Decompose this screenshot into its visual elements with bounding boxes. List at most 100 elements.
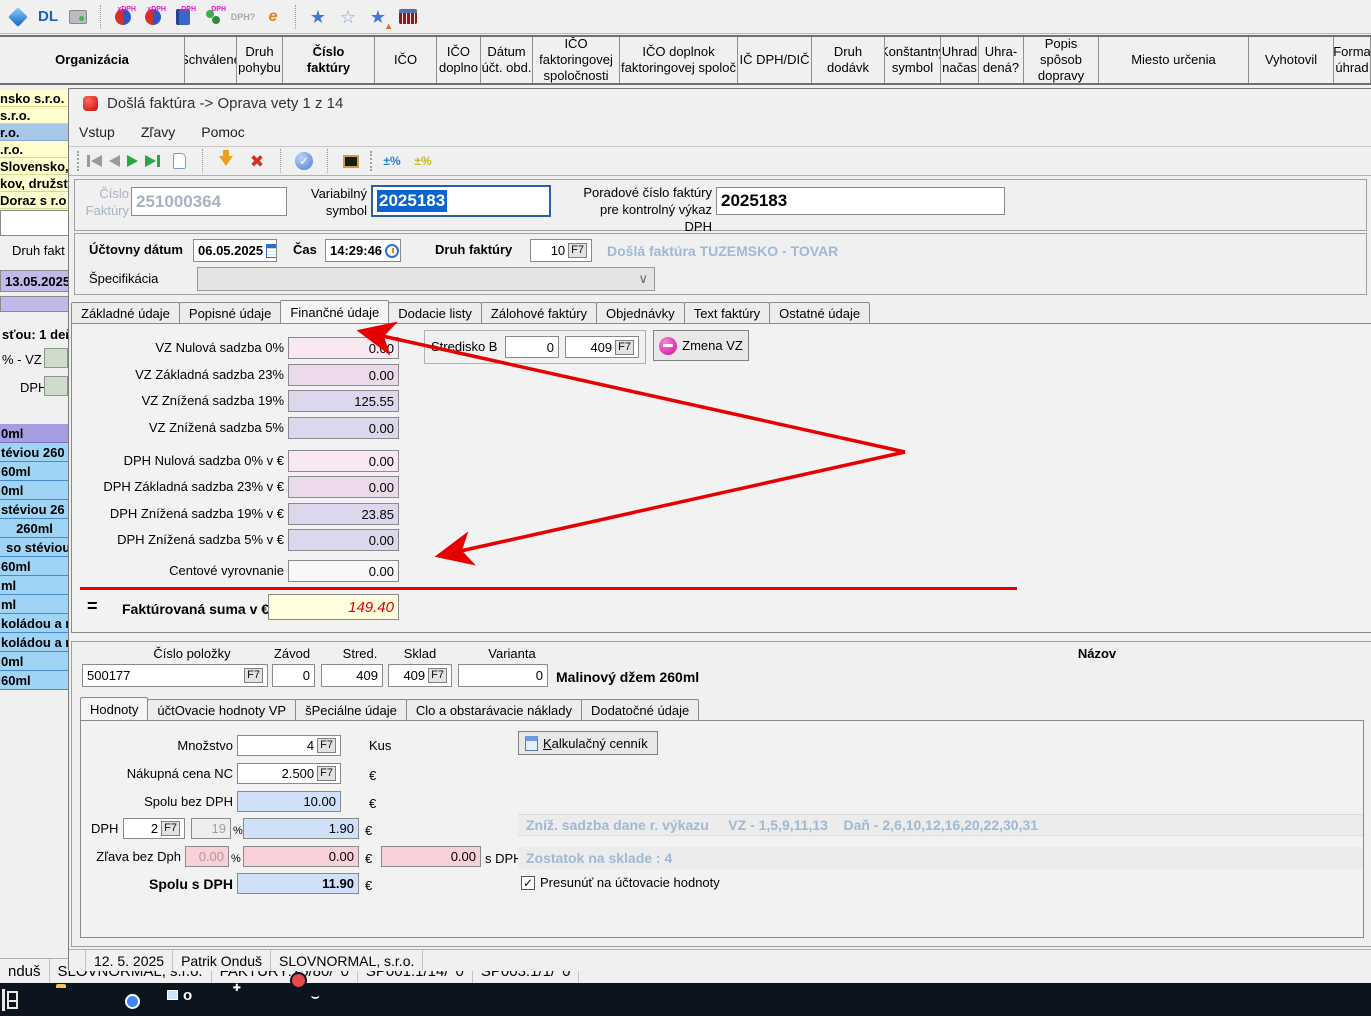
- stredisko-f7-button[interactable]: F7: [615, 340, 634, 355]
- cislo-faktury-field[interactable]: 251000364: [131, 187, 287, 216]
- e-orange-icon[interactable]: e: [261, 5, 285, 29]
- dialog-titlebar[interactable]: Došlá faktúra -> Oprava vety 1 z 14: [69, 89, 1371, 117]
- druh-f7-button[interactable]: F7: [568, 243, 587, 258]
- tab-specialne-udaje[interactable]: šPeciálne údaje: [295, 699, 407, 720]
- tab-zalohove-faktury[interactable]: Zálohové faktúry: [481, 302, 597, 323]
- sklad-field[interactable]: 409F7: [388, 664, 452, 687]
- col-ic-dph-dic[interactable]: IČ DPH/DIČ: [738, 37, 812, 83]
- polozka-f7-button[interactable]: F7: [244, 668, 263, 683]
- dph-19-field[interactable]: 23.85: [288, 503, 399, 525]
- percent-blue-icon[interactable]: ±%: [380, 149, 404, 173]
- org-row[interactable]: Slovensko,: [0, 158, 68, 175]
- accounting-app-icon[interactable]: [242, 987, 268, 1013]
- menu-pomoc[interactable]: Pomoc: [201, 124, 245, 140]
- tab-popisne-udaje[interactable]: Popisné údaje: [179, 302, 281, 323]
- org-row[interactable]: s.r.o.: [0, 107, 68, 124]
- menu-zlavy[interactable]: Zľavy: [141, 124, 175, 140]
- org-row[interactable]: nsko s.r.o.: [0, 90, 68, 107]
- col-cislo-faktury[interactable]: Číslo faktúry: [283, 37, 375, 83]
- next-record-button[interactable]: [127, 155, 138, 167]
- variabilny-symbol-field[interactable]: 2025183: [371, 185, 551, 217]
- varianta-field[interactable]: 0: [458, 664, 548, 687]
- item-row[interactable]: 60ml: [0, 462, 68, 481]
- last-record-button[interactable]: [145, 155, 160, 167]
- taskbar-partial-icon[interactable]: [2, 989, 14, 1011]
- item-row[interactable]: ml: [0, 595, 68, 614]
- org-row[interactable]: kov, družst: [0, 175, 68, 192]
- presunut-checkbox[interactable]: ✓: [521, 876, 535, 890]
- nakupna-cena-field[interactable]: 2.500F7: [237, 763, 341, 784]
- xdph-ball-icon-2[interactable]: xDPH: [141, 5, 165, 29]
- confirm-icon[interactable]: ✓: [292, 149, 316, 173]
- file-explorer-icon[interactable]: [56, 987, 82, 1013]
- tab-text-faktury[interactable]: Text faktúry: [684, 302, 770, 323]
- col-forma-uhrady[interactable]: Forma úhrad: [1334, 37, 1371, 83]
- org-row-selected[interactable]: r.o.: [0, 124, 68, 141]
- col-ico[interactable]: IČO: [375, 37, 437, 83]
- dph-book-icon[interactable]: DPH: [171, 5, 195, 29]
- item-row[interactable]: so stéviou: [0, 538, 68, 557]
- col-organizacia[interactable]: Organizácia: [0, 37, 185, 83]
- barcode-icon[interactable]: [396, 5, 420, 29]
- druh-faktury-field[interactable]: 10F7: [530, 239, 592, 262]
- dph-23-field[interactable]: 0.00: [288, 476, 399, 498]
- dph-5-field[interactable]: 0.00: [288, 529, 399, 551]
- import-down-icon[interactable]: [214, 149, 238, 173]
- centove-vyrovnanie-field[interactable]: 0.00: [288, 560, 399, 582]
- tab-objednavky[interactable]: Objednávky: [596, 302, 685, 323]
- device-icon[interactable]: [66, 5, 90, 29]
- zlava-sdph-field[interactable]: 0.00: [381, 846, 481, 867]
- col-uhrad-nacas[interactable]: Uhrad načas: [941, 37, 979, 83]
- tab-uctovacie-hodnoty[interactable]: účtOvacie hodnoty VP: [147, 699, 296, 720]
- vz-0-field[interactable]: 0.00: [288, 337, 399, 359]
- col-miesto-urcenia[interactable]: Miesto určenia: [1099, 37, 1249, 83]
- poradove-cislo-field[interactable]: 2025183: [716, 187, 1005, 215]
- item-row[interactable]: 260ml: [0, 519, 68, 538]
- tab-ostatne-udaje[interactable]: Ostatné údaje: [769, 302, 870, 323]
- dph-0-field[interactable]: 0.00: [288, 450, 399, 472]
- col-druh-dodavky[interactable]: Druh dodávk: [812, 37, 885, 83]
- item-row[interactable]: 0ml: [0, 481, 68, 500]
- col-popis-dopravy[interactable]: Popis spôsob dopravy: [1024, 37, 1099, 83]
- xdph-ball-icon-1[interactable]: xDPH: [111, 5, 135, 29]
- stredisko-field-2[interactable]: 409F7: [565, 336, 639, 358]
- item-row[interactable]: 60ml: [0, 671, 68, 690]
- first-record-button[interactable]: [87, 155, 102, 167]
- delete-icon[interactable]: ✖: [245, 149, 269, 173]
- chip-icon[interactable]: [339, 149, 363, 173]
- col-datum-uct-obd[interactable]: Dátum účt. obd.: [481, 37, 533, 83]
- stred-field[interactable]: 409: [321, 664, 383, 687]
- cislo-polozky-field[interactable]: 500177F7: [82, 664, 268, 687]
- spolu-bez-dph-field[interactable]: 10.00: [237, 791, 341, 812]
- vz-5-field[interactable]: 0.00: [288, 417, 399, 439]
- col-uhradena[interactable]: Uhra- dená?: [979, 37, 1024, 83]
- mnozstvo-field[interactable]: 4F7: [237, 735, 341, 756]
- tab-hodnoty[interactable]: Hodnoty: [80, 697, 148, 720]
- col-druh-pohybu[interactable]: Druh pohybu: [237, 37, 283, 83]
- percent-yellow-icon[interactable]: ±%: [411, 149, 435, 173]
- col-ico-faktoring[interactable]: IČO faktoringovej spoločnosti: [533, 37, 620, 83]
- item-row[interactable]: téviou 260: [0, 443, 68, 462]
- vz-19-field[interactable]: 125.55: [288, 390, 399, 412]
- dl-button[interactable]: DL: [36, 5, 60, 29]
- diamond-app-icon[interactable]: [6, 5, 30, 29]
- item-row[interactable]: 60ml: [0, 557, 68, 576]
- star-flame-icon[interactable]: ★: [366, 5, 390, 29]
- item-row[interactable]: ml: [0, 576, 68, 595]
- dph-clip-icon[interactable]: DPH: [201, 5, 225, 29]
- item-row[interactable]: koládou a r: [0, 633, 68, 652]
- vz-23-field[interactable]: 0.00: [288, 364, 399, 386]
- dph-value-field[interactable]: 1.90: [243, 818, 359, 839]
- col-ico-doplnok-faktoring[interactable]: IČO doplnok faktoringovej spoloč: [620, 37, 738, 83]
- specifikacia-dropdown[interactable]: ∨: [197, 267, 655, 291]
- tab-financne-udaje[interactable]: Finančné údaje: [280, 300, 389, 323]
- new-record-icon[interactable]: [167, 149, 191, 173]
- star-outline-icon[interactable]: ☆: [336, 5, 360, 29]
- star-filled-icon[interactable]: ★: [306, 5, 330, 29]
- previous-record-button[interactable]: [109, 155, 120, 167]
- col-schvalene[interactable]: Schválené: [185, 37, 237, 83]
- org-row[interactable]: .r.o.: [0, 141, 68, 158]
- zmena-vz-button[interactable]: Zmena VZ: [653, 330, 749, 361]
- stredisko-field-1[interactable]: 0: [505, 336, 559, 358]
- tab-clo-naklady[interactable]: Clo a obstarávacie náklady: [406, 699, 582, 720]
